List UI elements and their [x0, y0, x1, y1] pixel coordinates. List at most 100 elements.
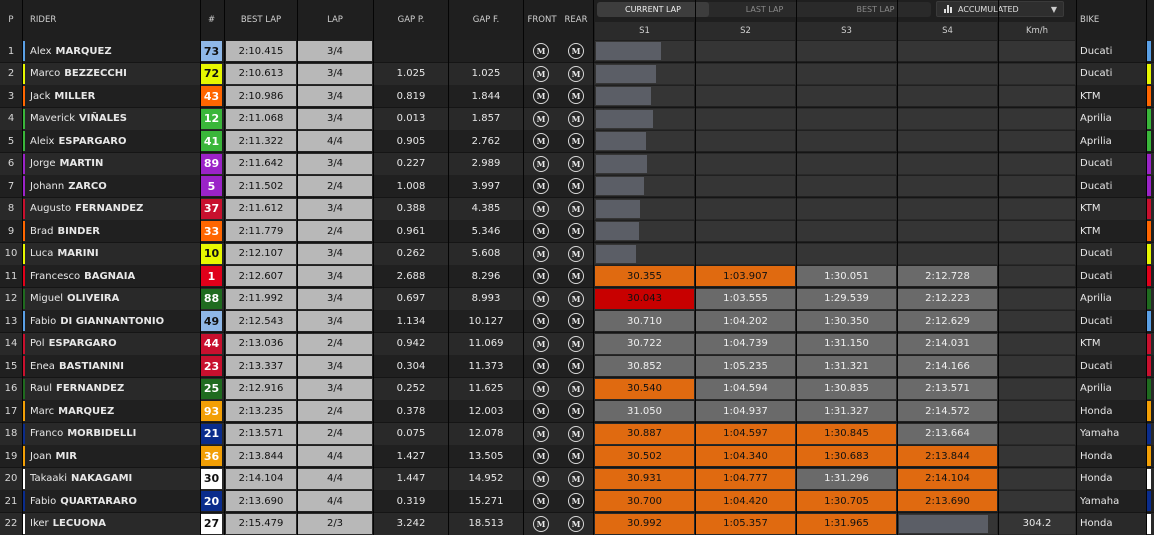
- table-row[interactable]: 3 Jack MILLER 43 2:10.986 3/4 0.819 1.844 M M KTM: [0, 85, 1154, 107]
- table-row[interactable]: 14 Pol ESPARGARO 44 2:13.036 2/4 0.942 11.069 M M…: [0, 332, 1154, 355]
- table-row[interactable]: 20 Takaaki NAKAGAMI 30 2:14.104 4/4 1.447 14.95…: [0, 467, 1154, 490]
- sector-2-time: 1:04.937: [696, 401, 795, 421]
- gap-previous: 0.378: [396, 405, 426, 417]
- rear-tyre-icon: M: [568, 268, 584, 284]
- speed-kmh: [999, 153, 1075, 174]
- sector-progress-bar: [596, 154, 648, 173]
- table-row[interactable]: 15 Enea BASTIANINI 23 2:13.337 3/4 0.304 11.373…: [0, 355, 1154, 377]
- rear-tyre-icon: M: [568, 65, 584, 82]
- gap-first: 12.078: [468, 428, 504, 439]
- best-lap-time: 2:11.642: [226, 153, 296, 174]
- rider-last-name: DI GIANNANTONIO: [60, 315, 165, 327]
- sector-4-time: [898, 41, 997, 61]
- sector-1-time: [595, 198, 694, 219]
- gap-previous: 0.227: [396, 158, 426, 169]
- sector-progress-bar: [899, 514, 989, 533]
- sector-1-value: 30.992: [627, 518, 662, 529]
- header-number: #: [207, 15, 216, 25]
- table-row[interactable]: 17 Marc MARQUEZ 93 2:13.235 2/4 0.378 12.003 M M 3…: [0, 400, 1154, 422]
- rider-name: Franco MORBIDELLI: [30, 423, 200, 445]
- table-row[interactable]: 2 Marco BEZZECCHI 72 2:10.613 3/4 1.025 1.025 M M…: [0, 62, 1154, 85]
- speed-kmh: [999, 86, 1075, 106]
- gap-first: 3.997: [471, 180, 501, 192]
- rider-name: Takaaki NAKAGAMI: [30, 468, 200, 490]
- rider-first-name: Raul: [30, 383, 52, 394]
- table-row[interactable]: 6 Jorge MARTIN 89 2:11.642 3/4 0.227 2.989 M M Duc…: [0, 152, 1154, 175]
- sector-1-value: 30.931: [627, 473, 662, 484]
- rider-last-name: NAKAGAMI: [71, 473, 133, 484]
- gap-previous: 0.075: [396, 428, 426, 439]
- gap-previous: 2.688: [396, 270, 426, 282]
- gap-previous: 0.319: [396, 495, 426, 507]
- gap-previous: 1.427: [396, 450, 426, 462]
- rider-name: Marc MARQUEZ: [30, 400, 200, 422]
- bar-chart-icon: [944, 5, 953, 13]
- table-row[interactable]: 5 Aleix ESPARGARO 41 2:11.322 4/4 0.905 2.762 M M…: [0, 130, 1154, 152]
- table-row[interactable]: 18 Franco MORBIDELLI 21 2:13.571 2/4 0.075 12.0…: [0, 422, 1154, 445]
- rider-number: 12: [201, 108, 222, 129]
- table-row[interactable]: 1 Alex MARQUEZ 73 2:10.415 3/4 M M Ducati: [0, 40, 1154, 62]
- rider-name: Aleix ESPARGARO: [30, 130, 200, 152]
- table-row[interactable]: 19 Joan MIR 36 2:13.844 4/4 1.427 13.505 M M 30.50…: [0, 445, 1154, 467]
- lap-count: 4/4: [298, 446, 372, 466]
- sector-3-time: 1:30.350: [797, 311, 896, 331]
- bike-manufacturer: Ducati: [1080, 158, 1113, 169]
- rider-number: 43: [201, 86, 222, 106]
- best-lap-time: 2:10.415: [226, 41, 296, 61]
- gap-first: 12.003: [468, 405, 504, 417]
- table-row[interactable]: 13 Fabio DI GIANNANTONIO 49 2:12.543 3/4 1.134…: [0, 310, 1154, 332]
- table-row[interactable]: 7 Johann ZARCO 5 2:11.502 2/4 1.008 3.997 M M Duca…: [0, 175, 1154, 197]
- rear-tyre-icon: M: [568, 493, 584, 509]
- rider-number: 10: [201, 243, 222, 264]
- sector-1-value: 31.050: [627, 405, 662, 417]
- mode-last-lap[interactable]: LAST LAP: [709, 2, 820, 17]
- column-divider: [897, 0, 898, 535]
- bike-manufacturer: Honda: [1080, 473, 1113, 484]
- table-row[interactable]: 21 Fabio QUARTARARO 20 2:13.690 4/4 0.319 15.27…: [0, 490, 1154, 512]
- header-best-lap: BEST LAP: [240, 15, 282, 25]
- table-row[interactable]: 8 Augusto FERNANDEZ 37 2:11.612 3/4 0.388 4.385…: [0, 197, 1154, 220]
- gap-previous: 0.013: [396, 113, 426, 124]
- bike-manufacturer: Honda: [1080, 518, 1113, 529]
- gap-first: 5.346: [471, 225, 501, 237]
- team-color-bar: [1147, 63, 1151, 84]
- sector-4-time: [898, 221, 997, 241]
- sector-4-value: 2:12.223: [925, 293, 970, 304]
- table-row[interactable]: 4 Maverick VIÑALES 12 2:11.068 3/4 0.013 1.857 M…: [0, 107, 1154, 130]
- gap-first: 8.993: [471, 293, 501, 304]
- rear-tyre-icon: M: [568, 515, 584, 532]
- front-tyre-icon: M: [533, 493, 549, 509]
- position: 14: [4, 338, 18, 349]
- position: 20: [4, 473, 18, 484]
- table-row[interactable]: 10 Luca MARINI 10 2:12.107 3/4 0.262 5.608 M M Duc…: [0, 242, 1154, 265]
- bike-manufacturer: Ducati: [1080, 45, 1113, 57]
- front-tyre-icon: M: [533, 268, 549, 284]
- column-divider: [200, 0, 201, 535]
- header-gap-p: GAP P.: [397, 15, 425, 25]
- table-row[interactable]: 11 Francesco BAGNAIA 1 2:12.607 3/4 2.688 8.296…: [0, 265, 1154, 287]
- bike-manufacturer: KTM: [1080, 225, 1101, 237]
- table-row[interactable]: 16 Raul FERNANDEZ 25 2:12.916 3/4 0.252 11.625 M…: [0, 377, 1154, 400]
- bike-manufacturer: Aprilia: [1080, 135, 1112, 147]
- sector-2-time: [696, 221, 795, 241]
- sector-1-time: [595, 153, 694, 174]
- sector-2-value: 1:04.202: [723, 315, 768, 327]
- table-row[interactable]: 22 Iker LECUONA 27 2:15.479 2/3 3.242 18.513 M M 3…: [0, 512, 1154, 535]
- speed-kmh: [999, 41, 1075, 61]
- accumulated-dropdown[interactable]: ACCUMULATED ▼: [936, 1, 1064, 17]
- gap-first: 14.952: [468, 473, 504, 484]
- header-gap-f: GAP F.: [472, 15, 500, 25]
- mode-best-lap[interactable]: BEST LAP: [820, 2, 931, 17]
- sector-2-time: [696, 198, 795, 219]
- sector-4-value: 2:14.031: [925, 338, 970, 349]
- table-row[interactable]: 12 Miguel OLIVEIRA 88 2:11.992 3/4 0.697 8.993 M…: [0, 287, 1154, 310]
- sector-2-time: [696, 108, 795, 129]
- column-divider: [224, 0, 225, 535]
- table-row[interactable]: 9 Brad BINDER 33 2:11.779 2/4 0.961 5.346 M M KTM: [0, 220, 1154, 242]
- lap-count: 3/4: [298, 41, 372, 61]
- rider-first-name: Luca: [30, 248, 54, 259]
- team-color-bar: [1147, 446, 1151, 466]
- sector-3-value: 1:31.327: [824, 405, 869, 417]
- front-tyre-icon: M: [533, 43, 549, 59]
- mode-current-lap[interactable]: CURRENT LAP: [597, 2, 709, 17]
